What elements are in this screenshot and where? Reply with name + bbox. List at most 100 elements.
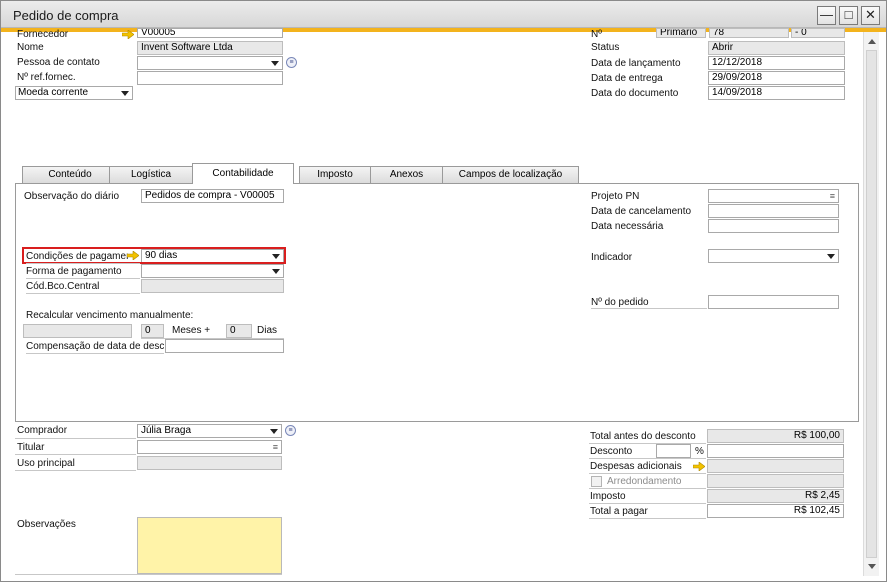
chevron-down-icon: [272, 269, 280, 274]
observacoes-textarea[interactable]: [137, 517, 282, 574]
chevron-down-icon: [121, 91, 129, 96]
pessoa-contato-dropdown[interactable]: [137, 56, 283, 70]
ref-fornec-label: Nº ref.fornec.: [17, 72, 76, 83]
minimize-button[interactable]: —: [817, 6, 836, 25]
underline: [26, 278, 140, 279]
arredondamento-label: Arredondamento: [607, 476, 682, 487]
doc-number-field: 78: [709, 28, 789, 38]
total-pagar-field: R$ 102,45: [707, 504, 844, 518]
underline: [15, 470, 136, 471]
data-entrega-field[interactable]: 29/09/2018: [708, 71, 845, 85]
scroll-down-icon[interactable]: [868, 564, 876, 569]
data-cancelamento-label: Data de cancelamento: [591, 206, 692, 217]
underline: [26, 263, 140, 264]
purchase-order-window: Pedido de compra — □ ✕ Fornecedor V00005…: [0, 0, 887, 582]
data-cancelamento-field[interactable]: [708, 204, 839, 218]
comprador-dropdown[interactable]: Júlia Braga: [137, 424, 282, 438]
nome-label: Nome: [17, 42, 44, 53]
total-antes-field: R$ 100,00: [707, 429, 844, 443]
scroll-up-icon[interactable]: [868, 39, 876, 44]
tab-campos-localizacao[interactable]: Campos de localização: [442, 166, 579, 183]
underline: [589, 503, 706, 504]
list-lines-icon[interactable]: ≡: [273, 443, 278, 452]
forma-pagamento-dropdown[interactable]: [141, 264, 284, 278]
list-icon[interactable]: ≡: [286, 57, 297, 68]
numero-label: Nº: [591, 29, 602, 40]
underline: [589, 473, 706, 474]
ref-fornec-field[interactable]: [137, 71, 283, 85]
uso-principal-label: Uso principal: [17, 458, 75, 469]
close-button[interactable]: ✕: [861, 6, 880, 25]
chevron-down-icon: [270, 429, 278, 434]
total-pagar-label: Total a pagar: [590, 506, 648, 517]
projeto-pn-field[interactable]: ≡: [708, 189, 839, 203]
arredondamento-checkbox[interactable]: [591, 476, 602, 487]
recalcular-label: Recalcular vencimento manualmente:: [26, 310, 194, 321]
desconto-label: Desconto: [590, 446, 633, 457]
series-dropdown[interactable]: Primário: [656, 28, 706, 38]
imposto-label: Imposto: [590, 491, 626, 502]
link-arrow-icon[interactable]: [122, 30, 134, 39]
tab-anexos[interactable]: Anexos: [370, 166, 443, 183]
titular-field[interactable]: ≡: [137, 440, 282, 454]
obs-diario-field[interactable]: Pedidos de compra - V00005: [141, 189, 284, 203]
percent-label: %: [695, 446, 704, 457]
meses-label: Meses +: [172, 325, 211, 336]
tab-logistica[interactable]: Logística: [109, 166, 193, 183]
scroll-thumb[interactable]: [866, 50, 877, 558]
underline: [589, 458, 706, 459]
link-arrow-icon[interactable]: [693, 462, 705, 471]
desconto-percent-field[interactable]: [656, 444, 691, 458]
numero-pedido-field[interactable]: [708, 295, 839, 309]
recalcular-field: [23, 324, 132, 338]
vertical-scrollbar[interactable]: [863, 32, 879, 576]
data-necessaria-field[interactable]: [708, 219, 839, 233]
data-lancamento-label: Data de lançamento: [591, 58, 681, 69]
cod-bco-central-label: Cód.Bco.Central: [26, 281, 100, 292]
compensacao-field[interactable]: [165, 339, 284, 353]
meses-field[interactable]: 0: [141, 324, 164, 338]
chevron-down-icon: [271, 61, 279, 66]
status-field: Abrir: [708, 41, 845, 55]
underline: [15, 574, 282, 575]
underline: [26, 353, 164, 354]
doc-suffix-field: - 0: [791, 28, 845, 38]
list-icon[interactable]: ≡: [285, 425, 296, 436]
arredondamento-field: [707, 474, 844, 488]
obs-diario-label: Observação do diário: [24, 191, 120, 202]
data-documento-field[interactable]: 14/09/2018: [708, 86, 845, 100]
cod-bco-central-field: [141, 279, 284, 293]
underline: [589, 488, 706, 489]
underline: [591, 308, 707, 309]
dias-field[interactable]: 0: [226, 324, 252, 338]
underline: [26, 293, 140, 294]
uso-principal-field: [137, 456, 282, 470]
pessoa-contato-label: Pessoa de contato: [17, 57, 100, 68]
moeda-dropdown[interactable]: Moeda corrente: [15, 86, 133, 100]
cond-pagamento-highlight: [22, 247, 286, 264]
tab-contabilidade[interactable]: Contabilidade: [192, 163, 294, 184]
titular-label: Titular: [17, 442, 45, 453]
underline: [15, 454, 136, 455]
chevron-down-icon: [827, 254, 835, 259]
fornecedor-field[interactable]: V00005: [137, 28, 283, 38]
despesas-adicionais-field: [707, 459, 844, 473]
indicador-label: Indicador: [591, 252, 633, 263]
desconto-value-field[interactable]: [707, 444, 844, 458]
list-lines-icon[interactable]: ≡: [830, 192, 835, 201]
projeto-pn-label: Projeto PN: [591, 191, 640, 202]
numero-pedido-label: Nº do pedido: [591, 297, 649, 308]
maximize-icon: □: [844, 7, 853, 22]
maximize-button[interactable]: □: [839, 6, 858, 25]
despesas-adicionais-label: Despesas adicionais: [590, 461, 682, 472]
data-lancamento-field[interactable]: 12/12/2018: [708, 56, 845, 70]
tab-imposto[interactable]: Imposto: [299, 166, 371, 183]
window-title: Pedido de compra: [13, 8, 119, 23]
title-bar[interactable]: Pedido de compra — □ ✕: [1, 1, 886, 28]
nome-field: Invent Software Ltda: [137, 41, 283, 55]
tab-conteudo[interactable]: Conteúdo: [22, 166, 118, 183]
indicador-dropdown[interactable]: [708, 249, 839, 263]
status-label: Status: [591, 42, 620, 53]
forma-pagamento-label: Forma de pagamento: [26, 266, 122, 277]
close-icon: ✕: [865, 7, 876, 22]
